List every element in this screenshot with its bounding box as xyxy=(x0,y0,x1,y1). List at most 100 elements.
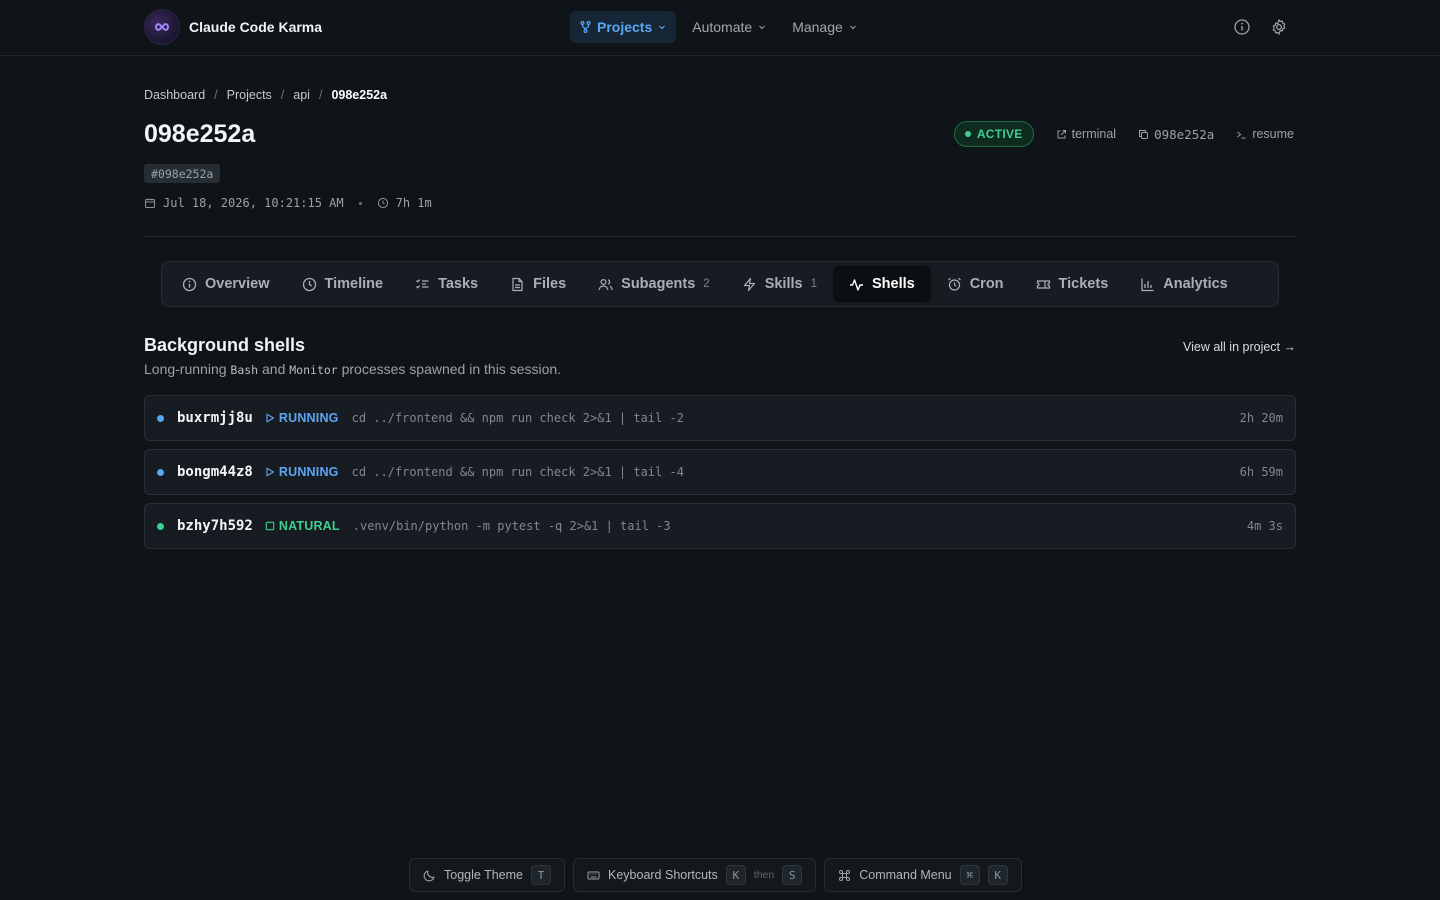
status-dot xyxy=(964,131,971,137)
chevron-down-icon xyxy=(759,25,766,30)
copy-icon xyxy=(1139,129,1149,139)
nav-projects[interactable]: Projects xyxy=(570,11,677,43)
copy-id-button[interactable]: 098e252a xyxy=(1138,127,1214,142)
ticket-icon xyxy=(1036,279,1050,289)
session-tabs: Overview Timeline Tasks Files Subagents … xyxy=(161,261,1279,307)
session-duration: 7h 1m xyxy=(395,196,432,210)
header-divider xyxy=(144,236,1296,237)
subtitle-code: Monitor xyxy=(289,363,338,377)
tab-label: Overview xyxy=(205,276,270,292)
session-hash-badge: #098e252a xyxy=(144,164,221,183)
subtitle-code: Bash xyxy=(230,363,259,377)
then-label: then xyxy=(753,869,775,881)
tab-overview[interactable]: Overview xyxy=(166,266,286,302)
moon-icon xyxy=(423,869,435,881)
tab-label: Shells xyxy=(871,276,915,292)
toggle-theme-button[interactable]: Toggle Theme T xyxy=(409,858,565,892)
tab-subagents[interactable]: Subagents 2 xyxy=(582,266,726,302)
shell-command: cd ../frontend && npm run check 2>&1 | t… xyxy=(351,465,684,479)
external-link-icon xyxy=(1057,129,1066,138)
breadcrumb-api[interactable]: api xyxy=(293,88,310,102)
command-menu-button[interactable]: Command Menu ⌘ K xyxy=(824,858,1022,892)
tab-label: Files xyxy=(533,276,567,292)
section-title: Background shells xyxy=(144,335,306,355)
keyboard-shortcuts-button[interactable]: Keyboard Shortcuts K then S xyxy=(573,858,817,892)
shell-status-label: RUNNING xyxy=(278,411,339,425)
shell-status: RUNNING xyxy=(265,465,339,479)
nav-automate-label: Automate xyxy=(692,19,753,35)
kbd-key: S xyxy=(782,865,803,885)
brand[interactable]: Claude Code Karma xyxy=(144,9,322,45)
calendar-icon xyxy=(145,198,155,208)
app-name: Claude Code Karma xyxy=(189,19,323,35)
tab-count: 1 xyxy=(810,278,817,290)
breadcrumb-current: 098e252a xyxy=(331,88,388,102)
subtitle-text: and xyxy=(258,361,290,377)
tab-tasks[interactable]: Tasks xyxy=(399,266,494,302)
breadcrumb: Dashboard / Projects / api / 098e252a xyxy=(144,88,387,102)
shell-duration: 6h 59m xyxy=(1239,465,1283,479)
tab-files[interactable]: Files xyxy=(494,266,582,302)
logo-icon xyxy=(144,9,180,45)
bottom-toolbar: Toggle Theme T Keyboard Shortcuts K then… xyxy=(409,858,1022,892)
list-checks-icon xyxy=(416,278,429,289)
kbd-key: T xyxy=(531,865,551,885)
tab-timeline[interactable]: Timeline xyxy=(286,266,400,302)
tab-label: Tickets xyxy=(1058,276,1109,292)
zap-icon xyxy=(743,277,755,291)
shell-status-label: NATURAL xyxy=(278,519,340,533)
resume-label: resume xyxy=(1252,127,1294,141)
tab-tickets[interactable]: Tickets xyxy=(1020,266,1125,302)
view-all-link[interactable]: View all in project → xyxy=(1183,340,1296,354)
clock-icon xyxy=(377,197,388,209)
shell-status: NATURAL xyxy=(265,519,340,533)
nav-projects-label: Projects xyxy=(597,19,653,35)
clock-icon xyxy=(302,277,316,291)
users-icon xyxy=(598,278,613,290)
tab-cron[interactable]: Cron xyxy=(931,266,1020,302)
info-icon xyxy=(182,277,197,291)
breadcrumb-projects[interactable]: Projects xyxy=(227,88,272,102)
main-nav: Projects Automate Manage xyxy=(570,11,867,43)
breadcrumb-dashboard[interactable]: Dashboard xyxy=(144,88,205,102)
square-icon xyxy=(265,521,275,531)
shell-row[interactable]: bzhy7h592 NATURAL .venv/bin/python -m py… xyxy=(144,503,1296,549)
gear-icon[interactable] xyxy=(1270,18,1288,36)
nav-automate[interactable]: Automate xyxy=(682,11,776,43)
status-dot xyxy=(157,468,164,476)
tab-label: Tasks xyxy=(438,276,479,292)
tab-label: Subagents xyxy=(621,276,696,292)
tab-label: Skills xyxy=(764,276,803,292)
keyboard-shortcuts-label: Keyboard Shortcuts xyxy=(608,868,718,882)
shell-list: buxrmjj8u RUNNING cd ../frontend && npm … xyxy=(144,395,1296,557)
kbd-key: K xyxy=(987,865,1008,885)
tab-label: Analytics xyxy=(1163,276,1228,292)
git-branch-icon xyxy=(580,21,591,33)
status-label: ACTIVE xyxy=(976,127,1023,141)
kbd-key: K xyxy=(725,865,746,885)
play-icon xyxy=(266,467,274,477)
file-icon xyxy=(512,277,523,291)
session-meta: Jul 18, 2026, 10:21:15 AM 7h 1m xyxy=(144,196,432,210)
info-icon[interactable] xyxy=(1233,18,1251,36)
shell-status-label: RUNNING xyxy=(278,465,339,479)
tab-analytics[interactable]: Analytics xyxy=(1124,266,1243,302)
resume-button[interactable]: resume xyxy=(1236,127,1294,141)
nav-manage[interactable]: Manage xyxy=(782,11,867,43)
tab-skills[interactable]: Skills 1 xyxy=(726,266,833,302)
toggle-theme-label: Toggle Theme xyxy=(444,868,523,882)
chevron-down-icon xyxy=(659,25,666,30)
shell-command: .venv/bin/python -m pytest -q 2>&1 | tai… xyxy=(352,519,671,533)
terminal-label: terminal xyxy=(1071,127,1117,141)
open-terminal-button[interactable]: terminal xyxy=(1056,127,1116,141)
command-menu-label: Command Menu xyxy=(859,868,952,882)
kbd-key: ⌘ xyxy=(959,865,980,885)
session-date: Jul 18, 2026, 10:21:15 AM xyxy=(163,196,344,210)
alarm-clock-icon xyxy=(947,277,961,291)
shell-id: bongm44z8 xyxy=(177,464,253,480)
shell-row[interactable]: buxrmjj8u RUNNING cd ../frontend && npm … xyxy=(144,395,1296,441)
tab-shells[interactable]: Shells xyxy=(832,266,931,302)
subtitle-text: Long-running xyxy=(144,361,231,377)
subtitle-text: processes spawned in this session. xyxy=(337,361,562,377)
shell-row[interactable]: bongm44z8 RUNNING cd ../frontend && npm … xyxy=(144,449,1296,495)
